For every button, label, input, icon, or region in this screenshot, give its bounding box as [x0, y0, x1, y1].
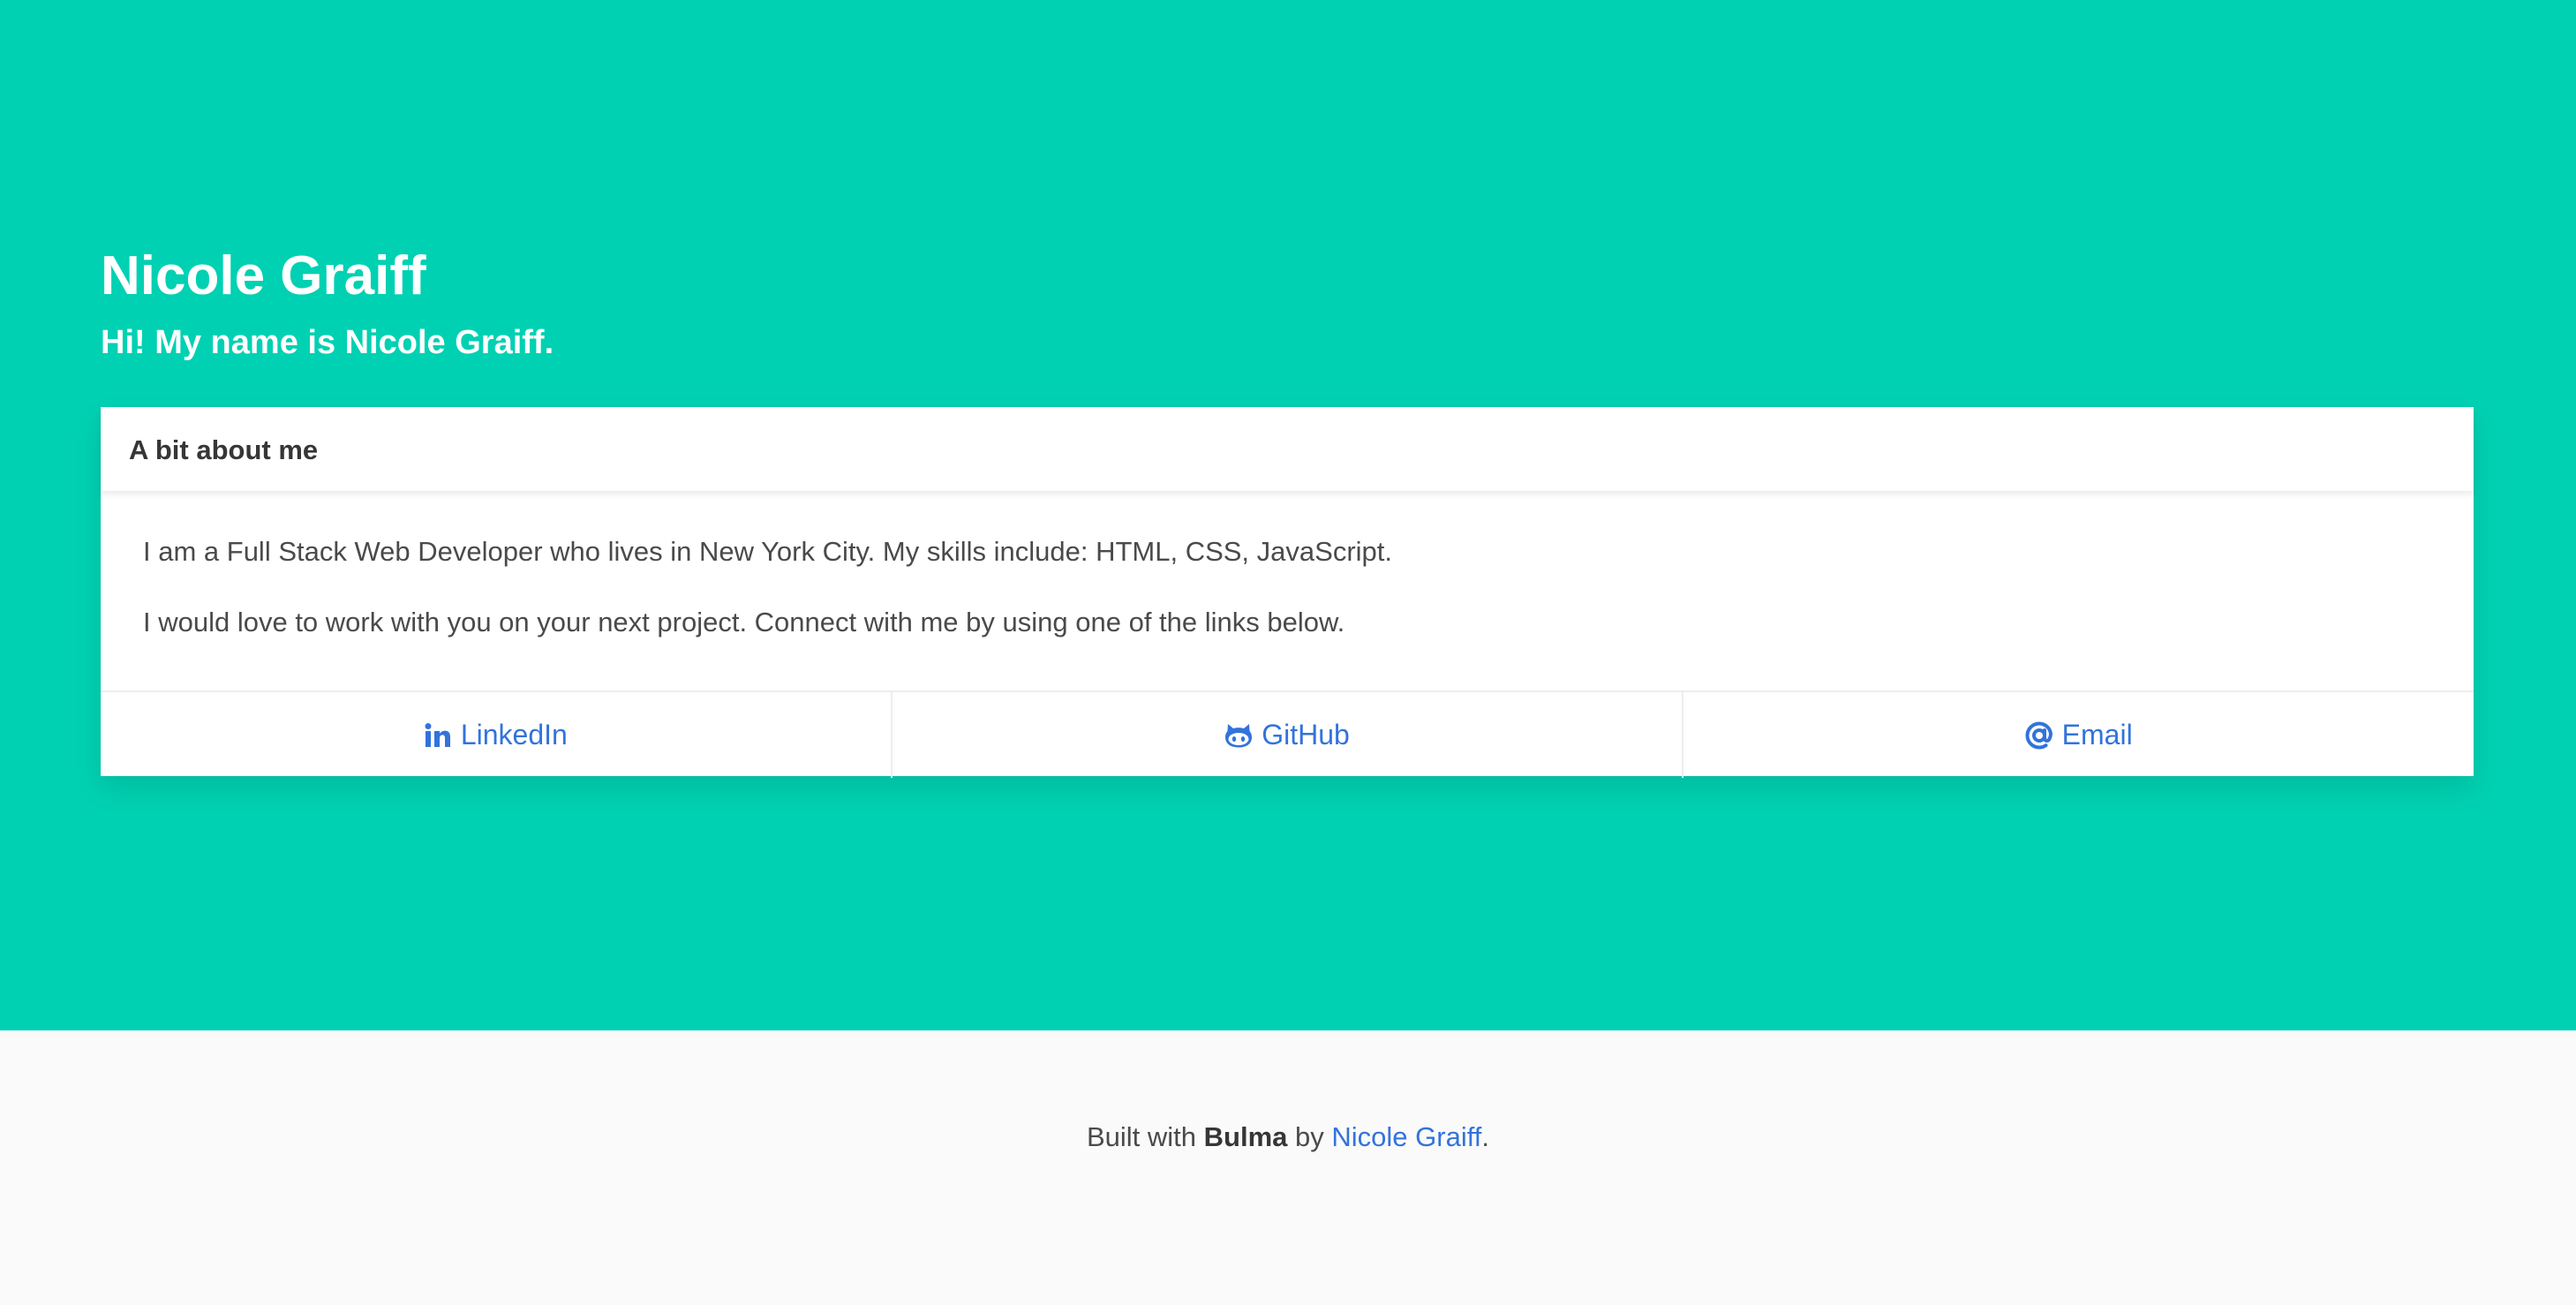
github-icon [1224, 721, 1253, 750]
footer-framework: Bulma [1203, 1121, 1288, 1152]
footer-suffix: . [1481, 1121, 1490, 1152]
footer-prefix: Built with [1086, 1121, 1197, 1152]
page-title: Nicole Graiff [101, 245, 426, 306]
card-footer: LinkedIn GitHub Email [101, 690, 2474, 778]
card-header: A bit about me [101, 407, 2474, 491]
email-link[interactable]: Email [1682, 692, 2474, 778]
page-footer [0, 1030, 2576, 1305]
email-label: Email [2061, 719, 2133, 751]
footer-by: by [1295, 1121, 1324, 1152]
about-card: A bit about me I am a Full Stack Web Dev… [101, 407, 2474, 778]
about-paragraph-skills: I am a Full Stack Web Developer who live… [143, 536, 1392, 567]
footer-author-link[interactable]: Nicole Graiff [1331, 1121, 1481, 1152]
linkedin-icon [424, 721, 452, 750]
hero-section: Nicole Graiff Hi! My name is Nicole Grai… [0, 0, 2576, 1030]
card-header-title: A bit about me [129, 434, 319, 465]
page-subtitle: Hi! My name is Nicole Graiff. [101, 324, 554, 361]
linkedin-label: LinkedIn [460, 719, 568, 751]
about-paragraph-contact: I would love to work with you on your ne… [143, 607, 1345, 637]
github-label: GitHub [1262, 719, 1350, 751]
linkedin-link[interactable]: LinkedIn [101, 692, 891, 778]
at-sign-icon [2025, 720, 2053, 750]
github-link[interactable]: GitHub [890, 692, 1683, 778]
footer-credits: Built with Bulma by Nicole Graiff. [0, 1123, 2576, 1150]
card-content [101, 491, 2474, 682]
